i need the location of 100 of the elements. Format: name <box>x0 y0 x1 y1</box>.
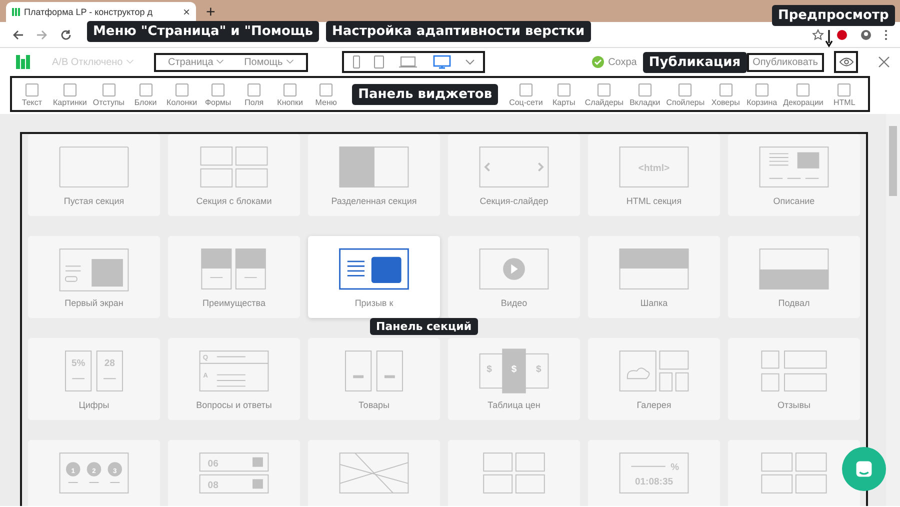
pointer-arrow <box>825 30 833 48</box>
section-label: Разделенная секция <box>331 196 417 206</box>
square-icon[interactable] <box>100 82 117 98</box>
preview-button[interactable] <box>834 51 858 73</box>
section-card[interactable]: Отзывы <box>728 338 860 420</box>
square-icon[interactable] <box>518 82 534 98</box>
square-icon[interactable] <box>318 82 334 98</box>
widget-label[interactable]: Блоки <box>134 98 157 106</box>
widget-label[interactable]: Вкладки <box>630 98 660 106</box>
menu-dropdown[interactable]: Страница <box>168 56 224 68</box>
close-icon[interactable] <box>878 56 890 68</box>
widget-label[interactable]: Поля <box>244 98 264 106</box>
new-tab-button[interactable]: + <box>206 4 216 22</box>
widget-label[interactable]: Отступы <box>92 98 125 106</box>
section-label: Призыв к <box>354 298 394 308</box>
square-icon[interactable] <box>210 82 226 98</box>
section-card[interactable]: Товары <box>308 338 440 420</box>
section-label: Шапка <box>640 298 668 308</box>
section-card[interactable]: $ $ $ Таблица цен <box>448 338 580 420</box>
widget-label[interactable]: Корзина <box>746 98 778 106</box>
logo-icon <box>12 8 20 16</box>
section-card[interactable]: Преимущества <box>168 236 300 318</box>
tablet-icon <box>372 55 385 69</box>
square-icon[interactable] <box>795 82 812 98</box>
section-label: Товары <box>358 400 390 410</box>
star-icon[interactable] <box>812 28 824 40</box>
section-label: HTML секция <box>626 196 682 206</box>
section-label: Пустая секция <box>64 196 124 206</box>
device-toggle[interactable] <box>372 55 385 69</box>
widget-label[interactable]: Спойлеры <box>666 98 705 106</box>
square-icon[interactable] <box>636 82 653 98</box>
square-icon[interactable] <box>836 82 852 98</box>
section-label: Описание <box>773 196 815 206</box>
section-label: Преимущества <box>202 298 266 308</box>
widget-label[interactable]: Меню <box>315 98 337 106</box>
section-card[interactable] <box>448 440 580 506</box>
section-label: Первый экран <box>64 298 124 308</box>
square-icon[interactable] <box>754 82 770 98</box>
close-tab-button[interactable]: × <box>182 5 190 19</box>
tab-title: Платформа LP - конструктор д <box>24 7 154 17</box>
menu-dropdown[interactable]: Помощь <box>244 56 294 68</box>
widget-label[interactable]: Текст <box>22 98 42 106</box>
square-icon[interactable] <box>596 82 612 98</box>
widget-label[interactable]: Декорации <box>783 98 824 106</box>
square-icon[interactable] <box>677 82 694 98</box>
widget-label[interactable]: Соц-сети <box>509 98 543 106</box>
square-icon[interactable] <box>246 82 262 98</box>
device-toggle[interactable] <box>396 55 419 69</box>
widget-label[interactable]: Формы <box>204 98 232 106</box>
square-icon[interactable] <box>174 82 190 98</box>
chevron-icon <box>216 59 224 64</box>
annotation-label: Панель виджетов <box>352 84 498 104</box>
widget-label[interactable]: Колонки <box>166 98 198 106</box>
section-card[interactable]: Описание <box>728 134 860 216</box>
device-toggle[interactable] <box>352 55 361 69</box>
section-card[interactable]: Призыв к <box>308 236 440 318</box>
widget-label[interactable]: Слайдеры <box>584 98 624 106</box>
widget-label[interactable]: Ховеры <box>711 98 740 106</box>
logo-icon <box>16 55 30 69</box>
browser-tab[interactable]: Платформа LP - конструктор д × <box>6 2 196 22</box>
extension-icon[interactable] <box>836 28 848 40</box>
section-card[interactable]: Галерея <box>588 338 720 420</box>
section-card[interactable]: Первый экран <box>28 236 160 318</box>
scrollbar[interactable] <box>886 114 900 506</box>
square-icon[interactable] <box>24 82 40 98</box>
section-card[interactable]: Секция-слайдер <box>448 134 580 216</box>
square-icon[interactable] <box>62 82 78 98</box>
section-card[interactable]: Секция с блоками <box>168 134 300 216</box>
section-label: Отзывы <box>778 400 810 410</box>
square-icon[interactable] <box>556 82 572 98</box>
check-icon <box>592 56 604 68</box>
annotation-label: Панель секций <box>370 318 478 335</box>
widget-label[interactable]: Картинки <box>53 98 87 106</box>
back-icon[interactable] <box>12 28 24 40</box>
square-icon[interactable] <box>282 82 298 98</box>
device-toggle[interactable] <box>430 55 453 69</box>
section-label: Подвал <box>778 298 810 308</box>
square-icon[interactable] <box>718 82 734 98</box>
section-card[interactable] <box>728 440 860 506</box>
eye-icon <box>838 57 854 67</box>
forward-icon[interactable] <box>36 28 48 40</box>
menu-icon[interactable] <box>884 28 888 40</box>
annotation-label: Предпросмотр <box>772 5 895 26</box>
chevron-icon[interactable] <box>464 59 475 65</box>
section-card[interactable]: Подвал <box>728 236 860 318</box>
reload-icon[interactable] <box>60 28 72 40</box>
annotation-label: Публикация <box>642 52 747 72</box>
section-card[interactable] <box>308 440 440 506</box>
profile-icon[interactable] <box>860 28 872 40</box>
chevron-icon <box>286 59 294 64</box>
widget-label[interactable]: Кнопки <box>277 98 303 106</box>
square-icon[interactable] <box>138 82 154 98</box>
widget-label[interactable]: HTML <box>834 98 856 106</box>
section-card[interactable]: Разделенная секция <box>308 134 440 216</box>
section-label: Таблица цен <box>488 400 540 410</box>
section-card[interactable]: Видео <box>448 236 580 318</box>
section-card[interactable]: Шапка <box>588 236 720 318</box>
section-card[interactable]: Пустая секция <box>28 134 160 216</box>
section-label: Секция с блоками <box>196 196 272 206</box>
widget-label[interactable]: Карты <box>552 98 576 106</box>
